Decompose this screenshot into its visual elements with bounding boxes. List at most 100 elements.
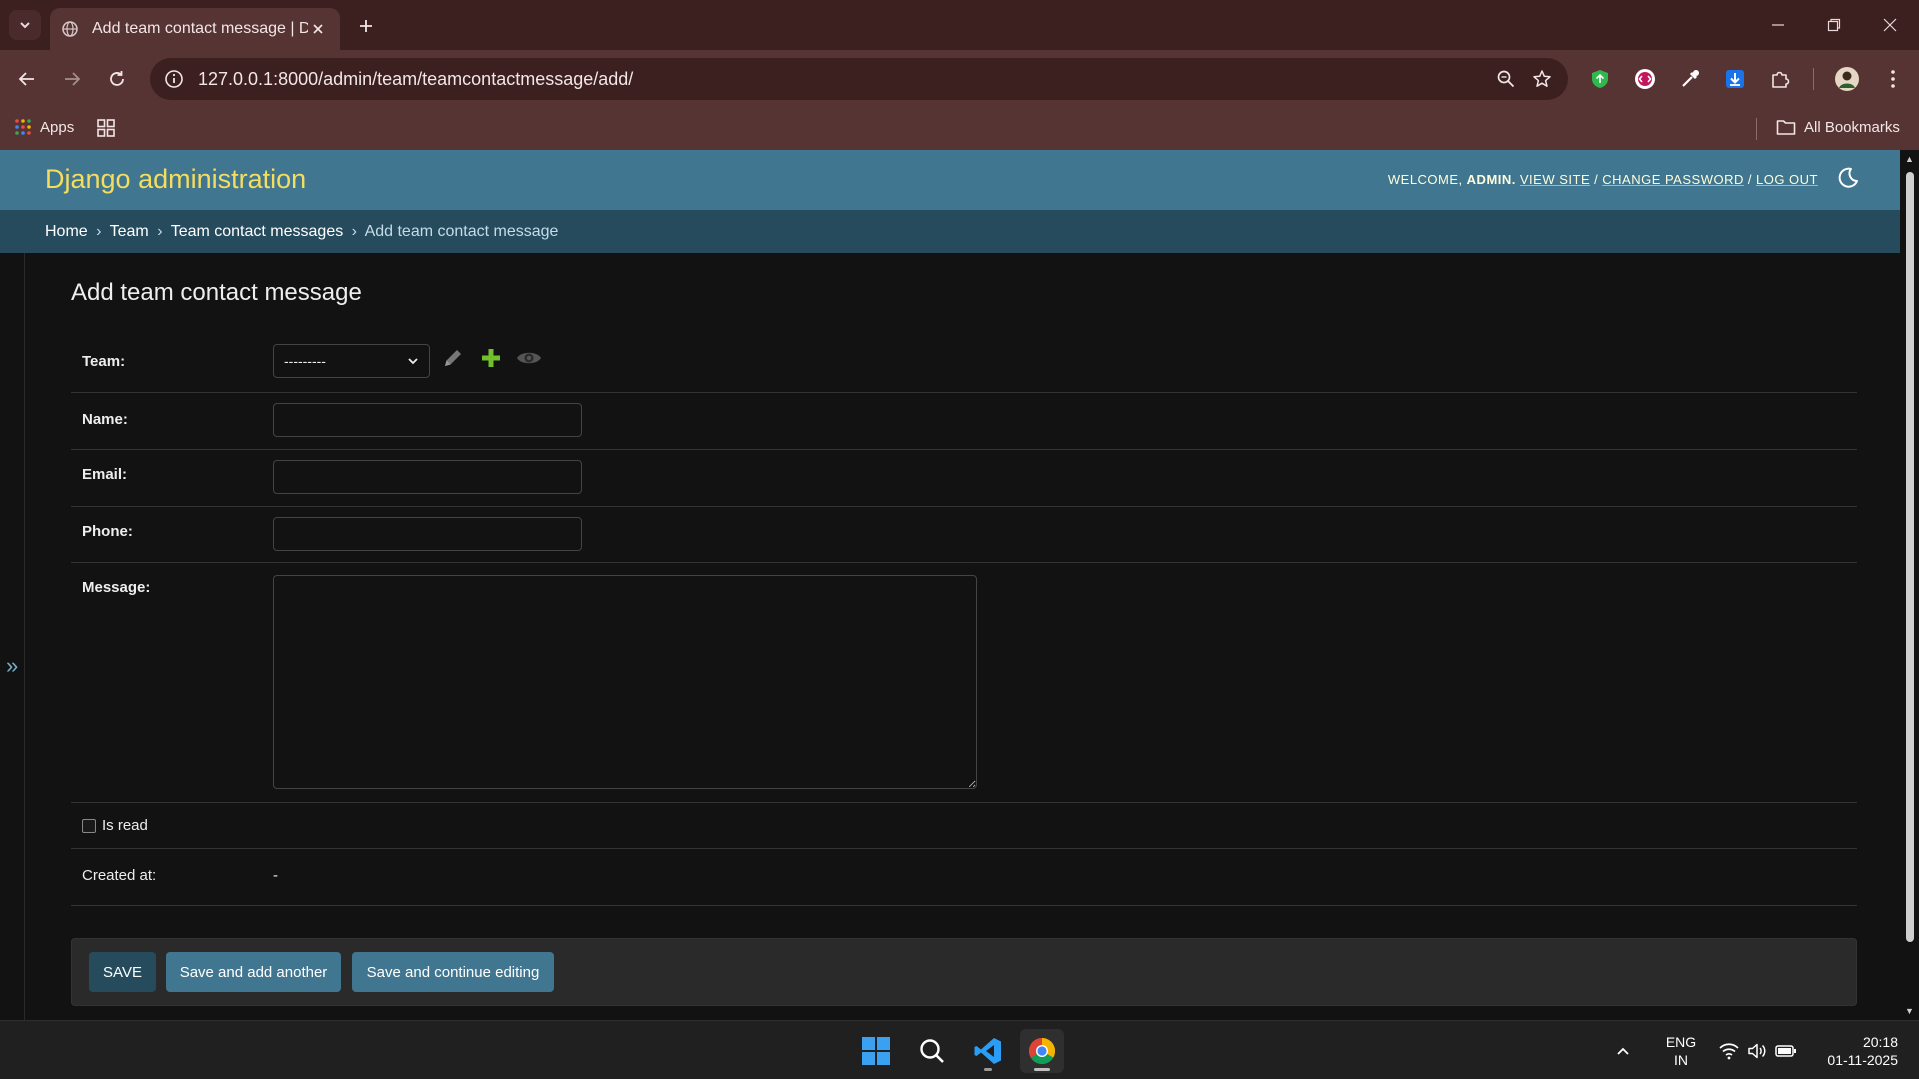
vscode-icon[interactable] [966,1029,1010,1073]
close-tab-icon[interactable] [308,19,328,39]
zoom-icon[interactable] [1488,61,1524,97]
add-related-plus-icon[interactable] [477,344,505,372]
show-hidden-icons-chevron-up-icon[interactable] [1610,1029,1636,1073]
globe-icon [62,21,78,37]
back-button[interactable] [10,62,44,96]
breadcrumb-separator: › [351,223,357,240]
extensions-puzzle-icon[interactable] [1765,64,1795,94]
phone-input[interactable] [273,517,582,551]
running-indicator [1034,1068,1050,1071]
download-icon[interactable] [1720,64,1750,94]
plus-icon [360,20,372,32]
all-bookmarks-label: All Bookmarks [1804,118,1900,136]
browser-menu-icon[interactable] [1878,64,1908,94]
browser-tab-strip: Add team contact message | Dj [0,0,1919,50]
apps-label: Apps [40,118,75,136]
chrome-icon[interactable] [1020,1029,1064,1073]
created-at-label: Created at: [82,867,157,884]
address-bar[interactable]: 127.0.0.1:8000/admin/team/teamcontactmes… [150,58,1568,100]
volume-icon[interactable] [1744,1029,1770,1073]
windows-start-icon[interactable] [854,1029,898,1073]
created-at-value: - [273,867,278,884]
profile-avatar[interactable] [1832,64,1862,94]
expand-sidebar-icon: » [6,653,19,678]
battery-icon[interactable] [1773,1029,1799,1073]
site-info-icon[interactable] [164,69,184,89]
apps-bookmark[interactable]: Apps [14,118,74,136]
browser-tab-active[interactable]: Add team contact message | Dj [50,8,340,50]
view-site-link[interactable]: VIEW SITE [1520,172,1590,187]
name-label: Name: [82,411,128,428]
site-branding[interactable]: Django administration [45,164,306,195]
view-related-eye-icon[interactable] [515,344,543,372]
form-row-team: Team: --------- [71,333,1857,393]
forward-button[interactable] [55,62,89,96]
input-language-indicator[interactable]: ENG IN [1658,1033,1704,1069]
region-text: IN [1674,1052,1688,1068]
toolbar-divider [1813,68,1814,90]
nav-sidebar-toggle[interactable]: » [0,253,25,1020]
system-clock[interactable]: 20:18 01-11-2025 [1812,1033,1908,1069]
email-label: Email: [82,466,128,483]
form-row-is-read: Is read [71,803,1857,849]
reload-button[interactable] [100,62,134,96]
bookmarks-bar: Apps All Bookmarks [0,108,1919,150]
clock-date: 01-11-2025 [1827,1052,1898,1068]
is-read-label[interactable]: Is read [102,817,148,834]
shield-extension-icon[interactable] [1585,64,1615,94]
site-header: Django administration WELCOME, ADMIN. VI… [0,150,1900,210]
save-button[interactable]: SAVE [89,952,156,992]
chevron-down-icon [408,358,418,365]
name-input[interactable] [273,403,582,437]
bookmark-star-icon[interactable] [1524,61,1560,97]
chevron-down-icon [20,22,30,29]
arrow-right-icon [65,72,81,86]
close-window-button[interactable] [1868,10,1912,40]
breadcrumb-current: Add team contact message [364,223,559,240]
breadcrumb-home[interactable]: Home [45,223,88,240]
tab-groups-icon[interactable] [96,118,116,142]
all-bookmarks-button[interactable]: All Bookmarks [1776,118,1900,136]
folder-icon [1776,120,1796,135]
taskbar: ENG IN 20:18 01-11-2025 [0,1020,1919,1079]
devtools-extension-icon[interactable] [1630,64,1660,94]
team-label: Team: [82,353,126,370]
minimize-icon [1772,24,1784,26]
separator: / [1594,172,1599,187]
save-and-continue-editing-button[interactable]: Save and continue editing [352,952,554,992]
apps-grid-icon [15,119,31,135]
breadcrumb-team-contact-messages[interactable]: Team contact messages [171,223,344,240]
minimize-window-button[interactable] [1756,10,1800,40]
scrollbar-thumb[interactable] [1906,172,1914,942]
eyedropper-extension-icon[interactable] [1675,64,1705,94]
message-label: Message: [82,579,151,596]
submit-row: SAVE Save and add another Save and conti… [71,938,1857,1006]
message-textarea[interactable] [273,575,977,789]
scroll-down-arrow-icon[interactable]: ▼ [1904,1006,1915,1016]
change-related-pencil-icon[interactable] [439,344,467,372]
breadcrumb-team[interactable]: Team [110,223,149,240]
change-password-link[interactable]: CHANGE PASSWORD [1602,172,1744,187]
new-tab-button[interactable] [352,12,380,40]
wifi-icon[interactable] [1716,1029,1742,1073]
close-icon [1883,18,1897,32]
search-icon[interactable] [910,1029,954,1073]
page-scrollbar[interactable]: ▲ ▼ [1900,150,1919,1020]
is-read-checkbox[interactable] [82,819,96,833]
breadcrumb-separator: › [96,223,102,240]
welcome-text: WELCOME, [1387,172,1463,187]
username: ADMIN. [1466,172,1516,187]
log-out-link[interactable]: LOG OUT [1756,172,1818,187]
theme-toggle-button[interactable] [1834,164,1862,192]
tab-search-button[interactable] [9,10,41,40]
email-input[interactable] [273,460,582,494]
breadcrumb: Home › Team › Team contact messages › Ad… [0,210,1900,253]
scroll-up-arrow-icon[interactable]: ▲ [1904,154,1915,164]
running-indicator [984,1068,992,1071]
team-select[interactable]: --------- [273,344,430,378]
save-and-add-another-button[interactable]: Save and add another [166,952,341,992]
browser-toolbar: 127.0.0.1:8000/admin/team/teamcontactmes… [0,50,1919,108]
team-select-value: --------- [284,353,326,369]
tab-title: Add team contact message | Dj [92,20,308,37]
restore-window-button[interactable] [1812,10,1856,40]
